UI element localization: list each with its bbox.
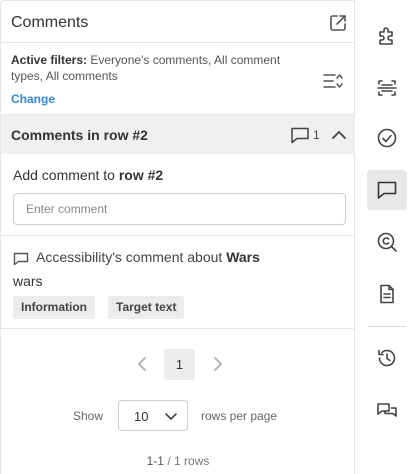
toolbar-conversation-button[interactable] (367, 392, 407, 432)
comment-icon (13, 252, 29, 266)
open-external-icon (330, 15, 346, 31)
document-icon (380, 284, 394, 304)
comment-input[interactable] (13, 193, 346, 225)
comment-count: 1 (313, 128, 320, 142)
toolbar-scan-button[interactable] (367, 68, 407, 108)
comment-tag: Target text (108, 296, 185, 319)
row-range-total: / 1 rows (167, 454, 210, 468)
comments-panel-frame: Comments Active filters: Everyone's comm… (0, 0, 355, 474)
open-external-button[interactable] (328, 13, 348, 33)
comment-tag: Information (13, 296, 95, 319)
chevron-left-icon (138, 357, 146, 371)
add-comment-label-prefix: Add comment to (13, 167, 115, 183)
toolbar-document-button[interactable] (367, 274, 407, 314)
comment-count-icon (290, 126, 310, 144)
row-comments-title: Comments in row #2 (11, 127, 148, 143)
add-comment-label-target: row #2 (118, 167, 164, 183)
toolbar-divider (368, 326, 406, 327)
toolbar-history-button[interactable] (367, 338, 407, 378)
toolbar-qa-button[interactable] (367, 118, 407, 158)
comment-title: Accessibility's comment about Wars (36, 249, 260, 265)
change-filters-link[interactable]: Change (11, 92, 55, 106)
sort-filter-button[interactable] (321, 70, 345, 92)
right-toolbar (356, 0, 416, 474)
panel-title: Comments (11, 14, 89, 31)
comments-panel: Comments Active filters: Everyone's comm… (0, 0, 355, 474)
comment-item: Accessibility's comment about Wars wars … (1, 237, 355, 329)
toolbar-puzzle-button[interactable] (367, 16, 407, 56)
active-filters-text: Active filters: Everyone's comments, All… (11, 52, 311, 84)
rows-per-page-control: Show 10 rows per page (1, 399, 355, 433)
active-filters-label: Active filters: (11, 53, 88, 67)
scan-text-icon (377, 80, 397, 96)
rows-per-page-value: 10 (134, 409, 149, 424)
active-filters: Active filters: Everyone's comments, All… (1, 43, 355, 113)
chevron-down-icon (164, 409, 178, 423)
toolbar-comments-button[interactable] (367, 170, 407, 210)
rows-per-page-label: rows per page (201, 409, 278, 423)
add-comment-label: Add comment to row #2 (13, 167, 163, 183)
chevron-up-icon (332, 131, 346, 139)
rows-per-page-select[interactable]: 10 (118, 400, 188, 431)
search-copyright-icon (377, 232, 397, 252)
page-button[interactable]: 1 (164, 349, 195, 380)
collapse-button[interactable] (329, 125, 349, 145)
puzzle-icon (379, 27, 393, 45)
comment-icon (377, 181, 397, 199)
toolbar-search-button[interactable] (367, 222, 407, 262)
conversation-icon (377, 403, 397, 417)
previous-page-button[interactable] (134, 355, 152, 373)
history-icon (378, 349, 396, 367)
add-comment-section: Add comment to row #2 (1, 154, 355, 236)
check-circle-icon (377, 128, 397, 148)
comment-subject: Wars (226, 249, 260, 265)
row-comments-header[interactable]: Comments in row #2 1 (1, 114, 355, 154)
pagination: 1 (1, 347, 355, 383)
comment-author: Accessibility's comment about (36, 249, 223, 265)
show-label: Show (73, 409, 104, 423)
comment-body: wars (13, 273, 43, 289)
panel-header: Comments (1, 1, 355, 43)
next-page-button[interactable] (208, 355, 226, 373)
row-range-value: 1-1 (146, 454, 164, 468)
sort-filter-icon (323, 74, 343, 88)
row-range: 1-1 / 1 rows (1, 454, 355, 468)
chevron-right-icon (214, 357, 222, 371)
